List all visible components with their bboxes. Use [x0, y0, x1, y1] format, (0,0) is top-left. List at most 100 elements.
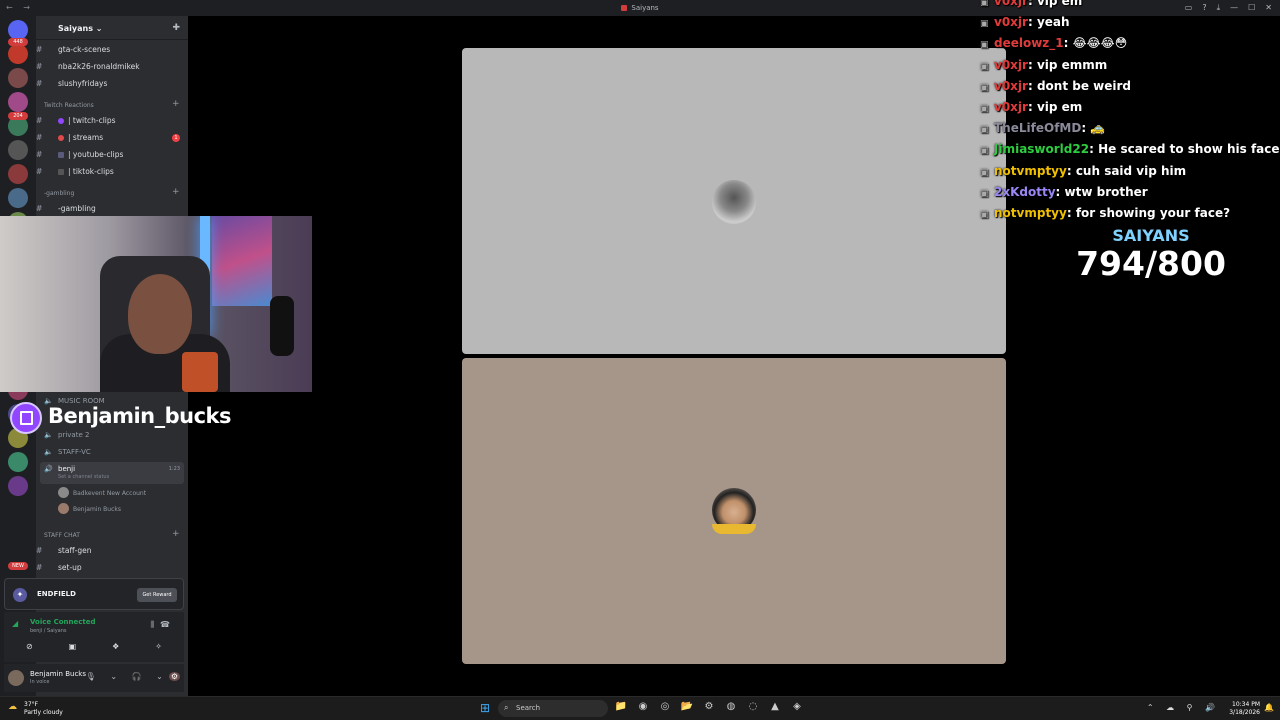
server-icon[interactable]: [8, 140, 28, 160]
help-icon[interactable]: ?: [1202, 3, 1206, 13]
chat-colon: :: [1063, 36, 1073, 51]
chat-text: vip em: [1036, 100, 1083, 114]
server-header[interactable]: Saiyans ⌄ ✚: [36, 16, 188, 40]
channel-tiktok-clips[interactable]: # | tiktok-clips: [36, 164, 188, 180]
steam-icon[interactable]: ▲: [768, 701, 782, 712]
voice-user[interactable]: Badkevent New Account: [58, 487, 146, 501]
discord-icon[interactable]: ◈: [790, 701, 804, 712]
activities-icon[interactable]: ❖: [112, 642, 119, 651]
app-icon[interactable]: ◌: [746, 701, 760, 712]
get-reward-button[interactable]: Get Reward: [137, 588, 177, 602]
chat-message: ▣ v0xjr: vip em: [980, 100, 1082, 120]
file-explorer-icon[interactable]: 📁: [614, 701, 628, 712]
voice-user[interactable]: Benjamin Bucks: [58, 503, 121, 517]
drink-cup: [182, 352, 218, 392]
inbox-icon[interactable]: ▭: [1185, 3, 1193, 13]
hash-icon: #: [36, 133, 43, 142]
add-member-icon[interactable]: ✚: [172, 23, 180, 33]
settings-icon[interactable]: ⚙: [702, 701, 716, 712]
tiktok-icon: [58, 169, 64, 175]
windows-start-icon[interactable]: ⊞: [480, 702, 492, 714]
video-tile[interactable]: [462, 48, 1006, 354]
avatar-shirt: [712, 524, 756, 534]
server-icon[interactable]: [8, 188, 28, 208]
voice-location[interactable]: benji / Saiyans: [30, 628, 66, 634]
server-icon[interactable]: [8, 68, 28, 88]
server-icon[interactable]: [8, 164, 28, 184]
download-icon[interactable]: ⤓: [1217, 3, 1221, 13]
voice-status[interactable]: Voice Connected: [30, 618, 96, 626]
chat-badge-icon: ▣: [980, 146, 989, 157]
chat-username: v0xjr: [994, 0, 1028, 8]
channel-status[interactable]: Set a channel status: [58, 474, 109, 480]
voice-channel-staff-vc[interactable]: 🔈 STAFF-VC: [36, 445, 188, 459]
voice-channel-benji[interactable]: 🔊 benji Set a channel status 1:23: [40, 462, 184, 484]
voice-actions: ⫼☎: [150, 620, 176, 630]
screen-share-icon[interactable]: ▣: [69, 642, 77, 651]
time: 10:34 PM: [1232, 701, 1260, 708]
minimize-icon[interactable]: —: [1230, 3, 1238, 13]
chat-badge-icon: ▣: [980, 82, 989, 93]
chrome-icon[interactable]: ◍: [724, 701, 738, 712]
close-icon[interactable]: ✕: [1265, 3, 1272, 13]
weather-widget[interactable]: ☁ 37°F Partly cloudy: [8, 701, 63, 717]
add-channel-icon[interactable]: +: [172, 187, 180, 197]
server-icon[interactable]: [8, 452, 28, 472]
channel-set-up[interactable]: # set-up: [36, 560, 188, 576]
category-staff-chat[interactable]: STAFF CHAT +: [44, 529, 180, 539]
browser-icon[interactable]: ◎: [658, 701, 672, 712]
channel-streams[interactable]: # | streams 1: [36, 130, 188, 146]
system-tray[interactable]: ⌃ ☁ ⚲ 🔊: [1147, 703, 1220, 712]
server-icon[interactable]: [8, 92, 28, 112]
channel-name: benji: [58, 465, 76, 473]
server-icon[interactable]: [8, 20, 28, 40]
server-icon: [621, 5, 628, 11]
gear-icon[interactable]: ⚙: [168, 672, 180, 681]
channel-slushyfridays[interactable]: # slushyfridays: [36, 76, 188, 92]
taskbar-search[interactable]: ⌕ Search: [498, 700, 608, 717]
chat-message: ▣ notvmptyy: cuh said vip him: [980, 164, 1186, 184]
soundboard-icon[interactable]: ✧: [155, 642, 162, 651]
hash-icon: #: [36, 45, 43, 54]
mic-headset-icons[interactable]: 🎙 ⌄ 🎧 ⌄: [86, 672, 169, 681]
disconnect-icon[interactable]: ☎: [160, 620, 176, 629]
chat-message: ▣ v0xjr: vip em: [980, 0, 1082, 14]
notification-bell-icon[interactable]: 🔔: [1264, 703, 1274, 712]
twitch-logo-icon: [10, 402, 42, 434]
channel-gambling[interactable]: # -gambling: [36, 201, 188, 217]
voice-channel-private-2[interactable]: 🔈 private 2: [36, 428, 188, 442]
channel-staff-gen[interactable]: # staff-gen: [36, 543, 188, 559]
weather-temp: 37°F: [24, 701, 39, 708]
chat-username: v0xjr: [994, 15, 1028, 30]
server-badge: NEW: [8, 562, 28, 570]
chat-colon: :: [1027, 78, 1037, 93]
signal-icon: ◢: [12, 619, 19, 628]
channel-gta-ck-scenes[interactable]: # gta-ck-scenes: [36, 42, 188, 58]
chat-colon: :: [1027, 15, 1037, 30]
chat-badge-icon: ▣: [980, 210, 989, 220]
channel-nba2k26[interactable]: # nba2k26-ronaldmikek: [36, 59, 188, 75]
video-tile[interactable]: [462, 358, 1006, 664]
username[interactable]: Benjamin Bucks: [30, 670, 86, 678]
chat-username: Jimiasworld22: [994, 142, 1090, 157]
avatar[interactable]: [8, 670, 24, 686]
maximize-icon[interactable]: ☐: [1248, 3, 1255, 13]
server-icon[interactable]: [8, 476, 28, 496]
add-channel-icon[interactable]: +: [172, 529, 180, 539]
microphone: [270, 296, 294, 356]
folder-icon[interactable]: 📂: [680, 701, 694, 712]
youtube-icon: [58, 152, 64, 158]
category-gambling[interactable]: -gambling +: [44, 187, 180, 197]
window-controls: ▭ ? ⤓ — ☐ ✕: [1185, 3, 1272, 13]
add-channel-icon[interactable]: +: [172, 99, 180, 109]
noise-suppression-icon[interactable]: ⫼: [150, 620, 160, 629]
clock[interactable]: 10:34 PM 3/18/2026: [1229, 701, 1260, 717]
promo-banner: ✦ ENDFIELD Get Reward: [4, 578, 184, 610]
channel-twitch-clips[interactable]: # | twitch-clips: [36, 113, 188, 129]
camera-off-icon[interactable]: ⊘: [26, 642, 33, 651]
category-twitch-reactions[interactable]: Twitch Reactions +: [44, 99, 180, 109]
chat-text: yeah: [1036, 15, 1070, 30]
edge-icon[interactable]: ◉: [636, 701, 650, 712]
server-icon[interactable]: [8, 44, 28, 64]
channel-youtube-clips[interactable]: # | youtube-clips: [36, 147, 188, 163]
